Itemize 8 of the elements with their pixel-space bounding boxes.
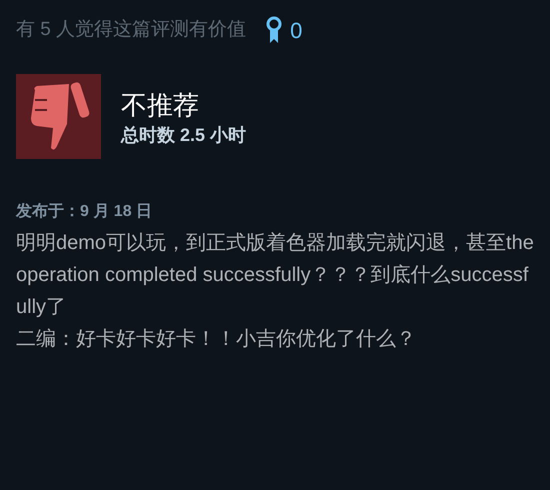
post-date: 发布于：9 月 18 日: [16, 202, 154, 222]
helpful-count-text: 有 5 人觉得这篇评测有价值: [16, 18, 246, 42]
review-paragraph: 明明demo可以玩，到正式版着色器加载完就闪退，甚至the operation completed successfully？？？到底什么successfully了: [16, 231, 535, 320]
award-icon: [266, 16, 282, 44]
playtime-text: 总时数 2.5 小时: [121, 124, 246, 147]
award-count: 0: [290, 16, 302, 44]
review-paragraph: 二编：好卡好卡好卡！！小吉你优化了什么？: [16, 327, 417, 352]
verdict-title: 不推荐: [121, 89, 200, 122]
